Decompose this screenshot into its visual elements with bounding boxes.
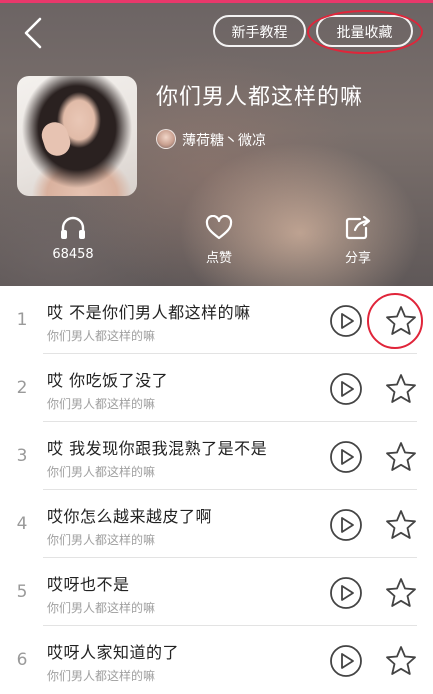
like-label: 点赞 <box>205 251 232 266</box>
play-icon <box>330 441 362 473</box>
collect-star-button[interactable] <box>384 576 418 610</box>
share-icon <box>345 215 371 240</box>
play-icon <box>330 577 362 609</box>
cover-figure-detail <box>38 118 74 160</box>
song-index: 5 <box>16 582 28 602</box>
song-title[interactable]: 哎 你吃饭了没了 <box>47 367 168 391</box>
play-icon <box>330 509 362 541</box>
song-album: 你们男人都这样的嘛 <box>47 465 156 479</box>
song-list: 1 哎 不是你们男人都这样的嘛 你们男人都这样的嘛 2 哎 你吃饭了没了 你们男… <box>0 286 433 694</box>
play-icon <box>330 305 362 337</box>
play-button[interactable] <box>329 304 363 338</box>
star-icon <box>386 442 416 471</box>
headphones-icon <box>61 216 85 239</box>
listen-count-stat: 68458 <box>33 215 113 262</box>
star-icon <box>386 374 416 403</box>
play-button[interactable] <box>329 440 363 474</box>
star-icon <box>386 578 416 607</box>
share-label: 分享 <box>344 251 371 266</box>
song-index: 2 <box>16 378 28 398</box>
song-album: 你们男人都这样的嘛 <box>47 397 156 411</box>
song-row[interactable]: 4 哎你怎么越来越皮了啊 你们男人都这样的嘛 <box>0 490 433 558</box>
share-button[interactable]: 分享 <box>318 215 398 266</box>
song-row[interactable]: 6 哎呀人家知道的了 你们男人都这样的嘛 <box>0 626 433 694</box>
song-title[interactable]: 哎呀人家知道的了 <box>47 639 179 663</box>
song-row[interactable]: 1 哎 不是你们男人都这样的嘛 你们男人都这样的嘛 <box>0 286 433 354</box>
song-index: 4 <box>16 514 28 534</box>
heart-icon <box>205 215 233 240</box>
song-index: 6 <box>16 650 28 670</box>
song-row[interactable]: 3 哎 我发现你跟我混熟了是不是 你们男人都这样的嘛 <box>0 422 433 490</box>
star-icon <box>386 646 416 675</box>
back-button[interactable] <box>20 15 48 51</box>
collect-star-button[interactable] <box>384 372 418 406</box>
album-cover <box>17 76 137 196</box>
collect-star-button[interactable] <box>384 644 418 678</box>
song-index: 1 <box>16 310 28 330</box>
song-title[interactable]: 哎呀也不是 <box>47 571 130 595</box>
song-title[interactable]: 哎 我发现你跟我混熟了是不是 <box>47 435 267 459</box>
play-button[interactable] <box>329 576 363 610</box>
collect-star-button[interactable] <box>384 508 418 542</box>
song-album: 你们男人都这样的嘛 <box>47 329 156 343</box>
like-button[interactable]: 点赞 <box>179 215 259 266</box>
song-index: 3 <box>16 446 28 466</box>
tutorial-button[interactable]: 新手教程 <box>213 15 306 47</box>
play-icon <box>330 373 362 405</box>
star-icon <box>386 306 416 335</box>
album-title: 你们男人都这样的嘛 <box>156 85 364 110</box>
song-row[interactable]: 5 哎呀也不是 你们男人都这样的嘛 <box>0 558 433 626</box>
play-button[interactable] <box>329 644 363 678</box>
play-button[interactable] <box>329 508 363 542</box>
album-header: 新手教程 批量收藏 你们男人都这样的嘛 薄荷糖丶微凉 68458 点赞 分享 <box>0 3 433 286</box>
play-button[interactable] <box>329 372 363 406</box>
collect-star-button[interactable] <box>384 304 418 338</box>
star-icon <box>386 510 416 539</box>
author-name[interactable]: 薄荷糖丶微凉 <box>182 130 266 150</box>
song-title[interactable]: 哎你怎么越来越皮了啊 <box>47 503 212 527</box>
listen-count: 68458 <box>52 247 94 262</box>
song-row[interactable]: 2 哎 你吃饭了没了 你们男人都这样的嘛 <box>0 354 433 422</box>
play-icon <box>330 645 362 677</box>
song-album: 你们男人都这样的嘛 <box>47 533 156 547</box>
batch-collect-button[interactable]: 批量收藏 <box>316 15 413 47</box>
author-avatar[interactable] <box>156 129 176 149</box>
song-album: 你们男人都这样的嘛 <box>47 601 156 615</box>
back-arrow-icon <box>24 17 42 49</box>
song-album: 你们男人都这样的嘛 <box>47 669 156 683</box>
collect-star-button[interactable] <box>384 440 418 474</box>
song-title[interactable]: 哎 不是你们男人都这样的嘛 <box>47 299 251 323</box>
